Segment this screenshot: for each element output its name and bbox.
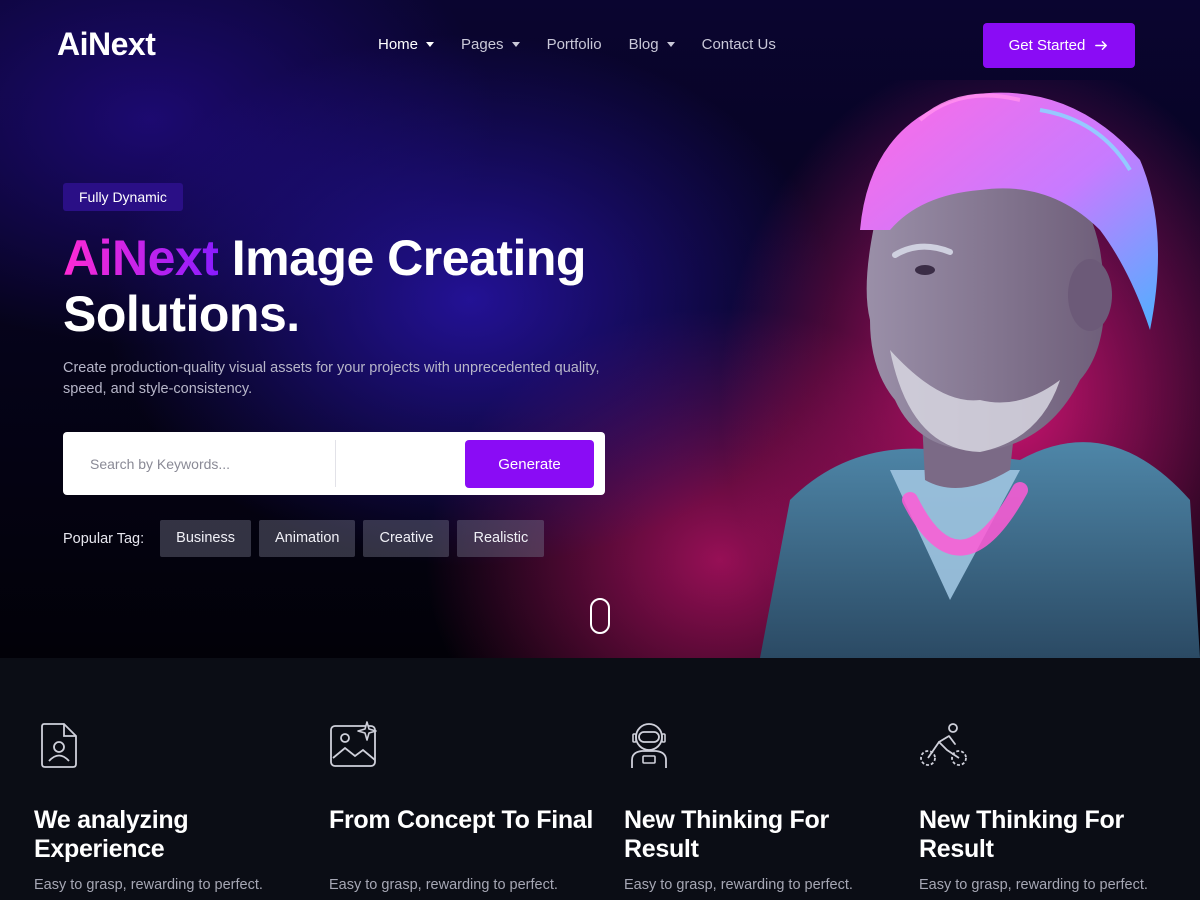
hero-section: AiNext Home Pages Portfolio Blog Contact… (0, 0, 1200, 658)
search-divider (335, 440, 336, 487)
nav-item-label: Home (378, 36, 419, 53)
nav-item-pages[interactable]: Pages (461, 36, 520, 53)
generate-button[interactable]: Generate (465, 440, 594, 488)
chevron-down-icon (426, 42, 435, 47)
nav-item-label: Blog (628, 36, 659, 53)
document-user-icon (41, 723, 77, 768)
feature-desc: Easy to grasp, rewarding to perfect. (624, 877, 853, 893)
nav-item-portfolio[interactable]: Portfolio (547, 36, 602, 53)
tag-animation[interactable]: Animation (259, 520, 356, 557)
headline-line1: Image Creating (218, 230, 587, 286)
feature-desc: Easy to grasp, rewarding to perfect. (329, 877, 558, 893)
nav-item-label: Pages (461, 36, 504, 53)
hero-subtitle: Create production-quality visual assets … (63, 360, 600, 397)
headline-brand: AiNext (63, 230, 219, 286)
features-section: We analyzing Experience Easy to grasp, r… (0, 658, 1200, 900)
headline-line2: Solutions. (63, 286, 300, 342)
nav-item-home[interactable]: Home (378, 36, 435, 53)
chevron-down-icon (511, 42, 520, 47)
nav-item-blog[interactable]: Blog (629, 36, 675, 53)
nav-item-label: Contact Us (701, 36, 776, 53)
nav-item-contact[interactable]: Contact Us (702, 36, 776, 53)
tag-creative[interactable]: Creative (363, 520, 450, 557)
search-input[interactable] (75, 440, 335, 487)
cyclist-icon (920, 723, 967, 766)
image-sparkle-icon (330, 721, 377, 767)
chevron-down-icon (666, 42, 675, 47)
nav-item-label: Portfolio (546, 36, 602, 53)
get-started-button[interactable]: Get Started (983, 23, 1135, 68)
tag-realistic[interactable]: Realistic (457, 520, 545, 557)
site-logo[interactable]: AiNext (57, 26, 156, 63)
feature-title: New Thinking For Result (624, 806, 829, 863)
hero-headline: AiNext Image Creating Solutions. (63, 230, 663, 342)
arrow-right-icon (1095, 41, 1108, 50)
hero-portrait-image (720, 80, 1200, 658)
astronaut-icon (631, 723, 667, 768)
popular-tags-label: Popular Tag: (63, 530, 145, 547)
feature-title: We analyzing Experience (34, 806, 189, 863)
feature-title: From Concept To Final (329, 806, 594, 834)
get-started-label: Get Started (1008, 37, 1086, 54)
feature-desc: Easy to grasp, rewarding to perfect. (34, 877, 263, 893)
main-menu: Home Pages Portfolio Blog Contact Us (378, 36, 803, 53)
fully-dynamic-badge: Fully Dynamic (63, 183, 183, 211)
search-form: Generate (63, 432, 605, 495)
feature-title: New Thinking For Result (919, 806, 1124, 863)
scroll-indicator[interactable] (590, 598, 610, 634)
tag-business[interactable]: Business (160, 520, 251, 557)
feature-desc: Easy to grasp, rewarding to perfect. (919, 877, 1148, 893)
top-navbar: AiNext Home Pages Portfolio Blog Contact… (0, 0, 1200, 90)
popular-tags: Popular Tag: Business Animation Creative… (63, 520, 552, 557)
